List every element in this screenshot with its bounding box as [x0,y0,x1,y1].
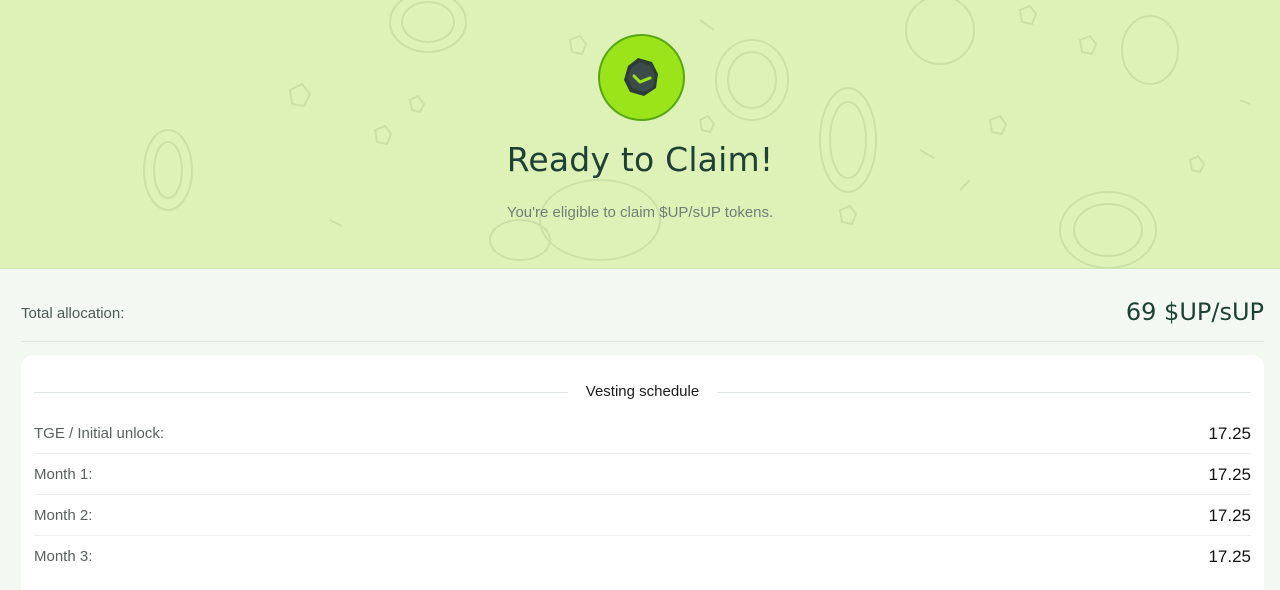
total-allocation-value: 69 $UP/sUP [1125,298,1264,326]
total-allocation-row: Total allocation: 69 $UP/sUP [21,290,1264,342]
vesting-row-month-3: Month 3: 17.25 [34,536,1251,577]
vesting-schedule-card: Vesting schedule TGE / Initial unlock: 1… [21,355,1264,590]
eligibility-subtitle: You're eligible to claim $UP/sUP tokens. [506,204,774,221]
vesting-row-value: 17.25 [1208,506,1251,525]
vesting-row-tge: TGE / Initial unlock: 17.25 [34,413,1251,454]
vesting-schedule-title: Vesting schedule [585,383,700,400]
total-allocation-label: Total allocation: [21,305,125,322]
vesting-schedule-header: Vesting schedule [34,383,1251,403]
vesting-row-value: 17.25 [1208,465,1251,484]
vesting-row-value: 17.25 [1208,424,1251,443]
vesting-row-label: TGE / Initial unlock: [34,425,165,442]
hero-banner: Ready to Claim! You're eligible to claim… [0,0,1280,269]
vesting-row-month-2: Month 2: 17.25 [34,495,1251,536]
claim-badge [598,34,685,121]
page-title: Ready to Claim! [506,140,774,179]
vesting-row-label: Month 2: [34,507,93,524]
divider [34,392,568,393]
vesting-row-value: 17.25 [1208,547,1251,566]
vesting-row-label: Month 1: [34,466,93,483]
divider [717,392,1251,393]
vesting-row-label: Month 3: [34,548,93,565]
token-check-icon [623,57,658,96]
vesting-row-month-1: Month 1: 17.25 [34,454,1251,495]
